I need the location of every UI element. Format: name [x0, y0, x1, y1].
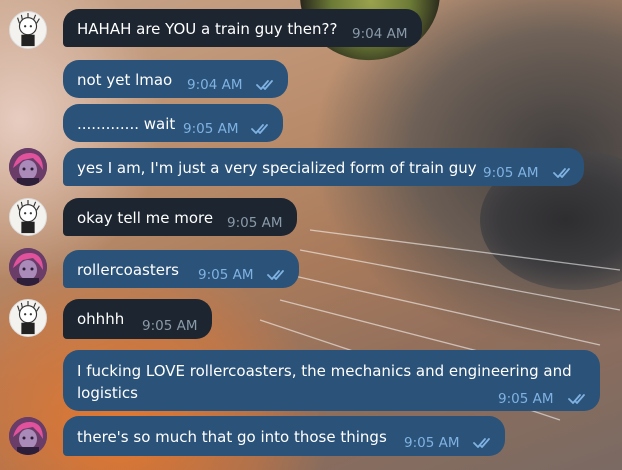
- message-text: HAHAH are YOU a train guy then??: [77, 20, 338, 38]
- double-check-icon: [251, 124, 268, 134]
- message-bubble[interactable]: rollercoasters 9:05 AM: [63, 250, 299, 288]
- message-bubble[interactable]: there's so much that go into those thing…: [63, 416, 505, 456]
- friend-avatar[interactable]: [9, 198, 47, 236]
- message-text: ohhhh: [77, 310, 125, 328]
- message-bubble[interactable]: HAHAH are YOU a train guy then?? 9:04 AM: [63, 9, 422, 47]
- double-check-icon: [473, 438, 490, 448]
- message-text: ............. wait: [77, 115, 176, 133]
- sketch-character-icon: [17, 300, 40, 335]
- message-time: 9:05 AM: [483, 165, 539, 181]
- my-avatar[interactable]: [9, 248, 47, 286]
- double-check-icon: [256, 80, 273, 90]
- message-text: not yet lmao: [77, 71, 173, 89]
- pink-hair-character-icon: [9, 148, 47, 186]
- message-text: rollercoasters: [77, 261, 179, 279]
- message-time: 9:05 AM: [198, 267, 254, 283]
- message-time: 9:05 AM: [404, 435, 460, 451]
- friend-avatar[interactable]: [9, 11, 47, 49]
- message-time: 9:05 AM: [227, 215, 283, 231]
- double-check-icon: [568, 394, 585, 404]
- message-bubble[interactable]: ohhhh 9:05 AM: [63, 299, 212, 339]
- message-bubble[interactable]: okay tell me more 9:05 AM: [63, 198, 297, 236]
- message-time: 9:05 AM: [183, 121, 239, 137]
- message-text: there's so much that go into those thing…: [77, 428, 387, 446]
- double-check-icon: [553, 168, 570, 178]
- my-avatar[interactable]: [9, 417, 47, 455]
- message-text: yes I am, I'm just a very specialized fo…: [77, 159, 477, 177]
- message-bubble[interactable]: not yet lmao 9:04 AM: [63, 60, 288, 98]
- message-time: 9:05 AM: [142, 318, 198, 334]
- pink-hair-character-icon: [9, 248, 47, 286]
- message-bubble[interactable]: ............. wait 9:05 AM: [63, 104, 283, 142]
- double-check-icon: [267, 270, 284, 280]
- sketch-character-icon: [17, 12, 40, 47]
- message-text-line: logistics: [77, 384, 138, 402]
- message-text-line: I fucking LOVE rollercoasters, the mecha…: [77, 362, 572, 380]
- message-bubble[interactable]: I fucking LOVE rollercoasters, the mecha…: [63, 350, 600, 411]
- message-bubble[interactable]: yes I am, I'm just a very specialized fo…: [63, 148, 584, 186]
- message-text: okay tell me more: [77, 209, 214, 227]
- sketch-character-icon: [17, 199, 40, 234]
- pink-hair-character-icon: [9, 417, 47, 455]
- message-time: 9:04 AM: [352, 26, 408, 42]
- friend-avatar[interactable]: [9, 299, 47, 337]
- message-time: 9:05 AM: [498, 391, 554, 407]
- my-avatar[interactable]: [9, 148, 47, 186]
- message-time: 9:04 AM: [187, 77, 243, 93]
